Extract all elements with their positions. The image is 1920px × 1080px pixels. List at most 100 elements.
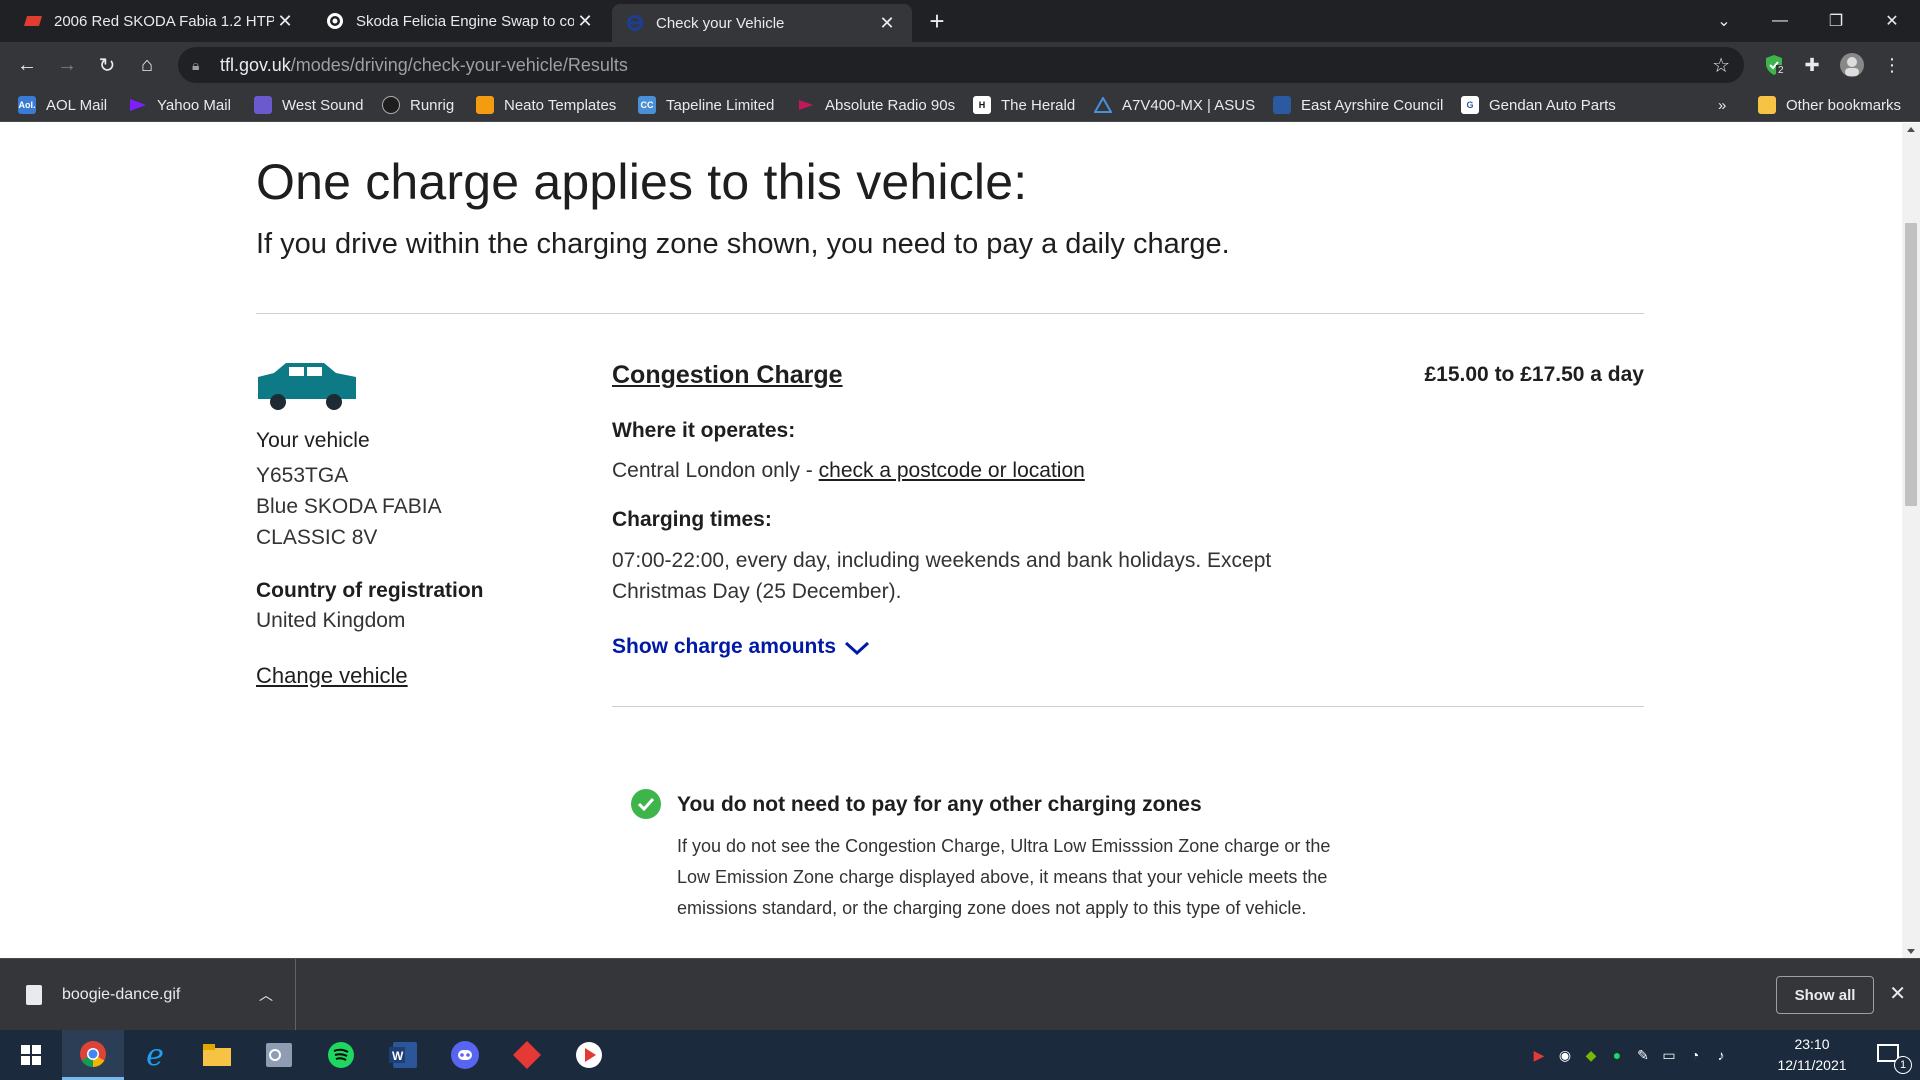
show-charge-amounts-button[interactable]: Show charge amounts [612, 635, 870, 659]
media-player-icon[interactable] [558, 1030, 620, 1080]
download-item[interactable]: boogie-dance.gif ︿ [0, 959, 296, 1031]
bookmark-runrig[interactable]: Runrig [382, 94, 454, 116]
tab-skoda-fabia[interactable]: 2006 Red SKODA Fabia 1.2 HTP 1 ✕ [10, 0, 310, 42]
windows-taskbar: e W ▶ ◉ ◆ ● ✎ ▭ ◔ ♪ 23:10 12/11/2021 1 [0, 1030, 1920, 1080]
bookmark-the-herald[interactable]: H The Herald [973, 94, 1075, 116]
browser-toolbar: ← → ↻ ⌂ 🔒︎ tfl.gov.uk/modes/driving/chec… [0, 42, 1920, 88]
close-tab-icon[interactable]: ✕ [274, 11, 296, 32]
tray-wifi-icon[interactable]: ◔ [1682, 1047, 1708, 1063]
page-scrollbar[interactable] [1902, 123, 1920, 958]
chrome-icon[interactable] [62, 1030, 124, 1080]
bookmark-gendan[interactable]: G Gendan Auto Parts [1461, 94, 1616, 116]
tray-battery-icon[interactable]: ▭ [1656, 1047, 1682, 1064]
tray-pen-icon[interactable]: ✎ [1630, 1047, 1656, 1064]
home-icon[interactable]: ⌂ [132, 50, 162, 80]
bookmark-label: Runrig [410, 96, 455, 114]
forward-icon[interactable]: → [52, 50, 82, 80]
notification-count-badge: 1 [1894, 1056, 1912, 1074]
chevron-up-icon[interactable]: ︿ [259, 985, 273, 1005]
tray-media-icon[interactable]: ▶ [1526, 1047, 1552, 1064]
charge-price: £15.00 to £17.50 a day [1424, 363, 1645, 386]
bookmark-star-icon[interactable]: ☆ [1712, 53, 1730, 78]
bookmark-absolute-radio[interactable]: Absolute Radio 90s [797, 94, 955, 116]
charging-times-heading: Charging times: [612, 508, 772, 531]
menu-kebab-icon[interactable]: ⋮ [1878, 51, 1906, 79]
your-vehicle-heading: Your vehicle [256, 429, 370, 452]
charging-times-line2: Christmas Day (25 December). [612, 580, 902, 603]
word-icon[interactable]: W [372, 1030, 434, 1080]
bookmark-west-sound[interactable]: West Sound [254, 94, 363, 116]
file-icon [26, 985, 42, 1005]
close-tab-icon[interactable]: ✕ [574, 11, 596, 32]
check-postcode-link[interactable]: check a postcode or location [819, 459, 1085, 482]
close-tab-icon[interactable]: ✕ [876, 13, 898, 34]
bookmark-aol-mail[interactable]: Aol. AOL Mail [18, 94, 107, 116]
back-icon[interactable]: ← [12, 50, 42, 80]
spotify-icon[interactable] [310, 1030, 372, 1080]
bookmark-east-ayrshire[interactable]: East Ayrshire Council [1273, 94, 1443, 116]
bookmark-neato-templates[interactable]: Neato Templates [476, 94, 616, 116]
windows-start-icon[interactable] [0, 1030, 62, 1080]
bookmark-label: West Sound [282, 96, 364, 114]
close-download-bar-icon[interactable]: ✕ [1889, 981, 1906, 1006]
tray-nvidia-icon[interactable]: ◆ [1578, 1047, 1604, 1064]
address-bar[interactable]: 🔒︎ tfl.gov.uk/modes/driving/check-your-v… [178, 47, 1744, 83]
lock-icon[interactable]: 🔒︎ [192, 57, 212, 74]
divider [612, 706, 1644, 707]
file-explorer-icon[interactable] [186, 1030, 248, 1080]
scroll-up-icon[interactable] [1907, 127, 1915, 132]
tab-strip: 2006 Red SKODA Fabia 1.2 HTP 1 ✕ Skoda F… [0, 0, 1920, 42]
bookmark-tapeline[interactable]: CC Tapeline Limited [638, 94, 774, 116]
restore-icon[interactable]: ❐ [1808, 0, 1864, 42]
other-bookmarks[interactable]: Other bookmarks [1758, 94, 1901, 116]
change-vehicle-link[interactable]: Change vehicle [256, 663, 408, 689]
bookmark-label: AOL Mail [46, 96, 108, 114]
outlook-icon[interactable] [248, 1030, 310, 1080]
bookmark-label: Yahoo Mail [157, 96, 231, 114]
forum-icon [326, 12, 344, 30]
minimize-icon[interactable]: — [1752, 0, 1808, 42]
no-other-charges-text: If you do not see the Congestion Charge,… [677, 831, 1437, 924]
bookmark-asus[interactable]: A7V400-MX | ASUS [1094, 94, 1255, 116]
scrollbar-thumb[interactable] [1905, 223, 1917, 506]
extension-badge: 2 [1776, 65, 1786, 76]
country-heading: Country of registration [256, 579, 484, 602]
extensions-puzzle-icon[interactable]: ✚ [1798, 51, 1826, 79]
scroll-down-icon[interactable] [1907, 949, 1915, 954]
tray-discord-icon[interactable]: ◉ [1552, 1047, 1578, 1064]
tab-check-vehicle[interactable]: Check your Vehicle ✕ [612, 4, 912, 42]
show-all-downloads-button[interactable]: Show all [1776, 976, 1874, 1014]
system-tray: ▶ ◉ ◆ ● ✎ ▭ ◔ ♪ [1526, 1030, 1734, 1080]
notice-line: Low Emission Zone charge displayed above… [677, 867, 1328, 887]
close-window-icon[interactable]: ✕ [1864, 0, 1920, 42]
vehicle-registration: Y653TGA [256, 464, 349, 487]
bookmarks-overflow-button[interactable]: » [1718, 94, 1726, 116]
svg-text:W: W [392, 1049, 404, 1063]
folder-icon [1758, 96, 1776, 114]
reload-icon[interactable]: ↻ [92, 50, 122, 80]
autotrader-icon [24, 12, 42, 30]
congestion-charge-link[interactable]: Congestion Charge [612, 361, 843, 390]
bookmark-label: A7V400-MX | ASUS [1122, 96, 1256, 114]
page-title: One charge applies to this vehicle: [256, 154, 1028, 210]
download-filename: boogie-dance.gif [62, 986, 181, 1003]
bookmark-label: Neato Templates [504, 96, 617, 114]
profile-avatar[interactable] [1838, 51, 1866, 79]
red-diamond-app-icon[interactable] [496, 1030, 558, 1080]
notice-line: emissions standard, or the charging zone… [677, 898, 1307, 918]
tray-volume-icon[interactable]: ♪ [1708, 1047, 1734, 1063]
bookmark-yahoo-mail[interactable]: Yahoo Mail [129, 94, 231, 116]
where-operates-text: Central London only - check a postcode o… [612, 459, 1085, 483]
discord-icon[interactable] [434, 1030, 496, 1080]
tab-felicia-swap[interactable]: Skoda Felicia Engine Swap to con ✕ [312, 0, 610, 42]
shield-extension-icon[interactable]: 2 [1760, 51, 1788, 79]
internet-explorer-icon[interactable]: e [124, 1030, 186, 1080]
new-tab-button[interactable]: + [922, 6, 952, 36]
tab-search-icon[interactable]: ⌄ [1696, 0, 1752, 42]
notifications-icon[interactable]: 1 [1858, 1030, 1920, 1080]
car-icon [256, 363, 358, 418]
taskbar-clock[interactable]: 23:10 12/11/2021 [1762, 1034, 1862, 1076]
bookmark-label: Tapeline Limited [666, 96, 775, 114]
download-bar: boogie-dance.gif ︿ Show all ✕ [0, 958, 1920, 1031]
tray-spotify-icon[interactable]: ● [1604, 1047, 1630, 1063]
